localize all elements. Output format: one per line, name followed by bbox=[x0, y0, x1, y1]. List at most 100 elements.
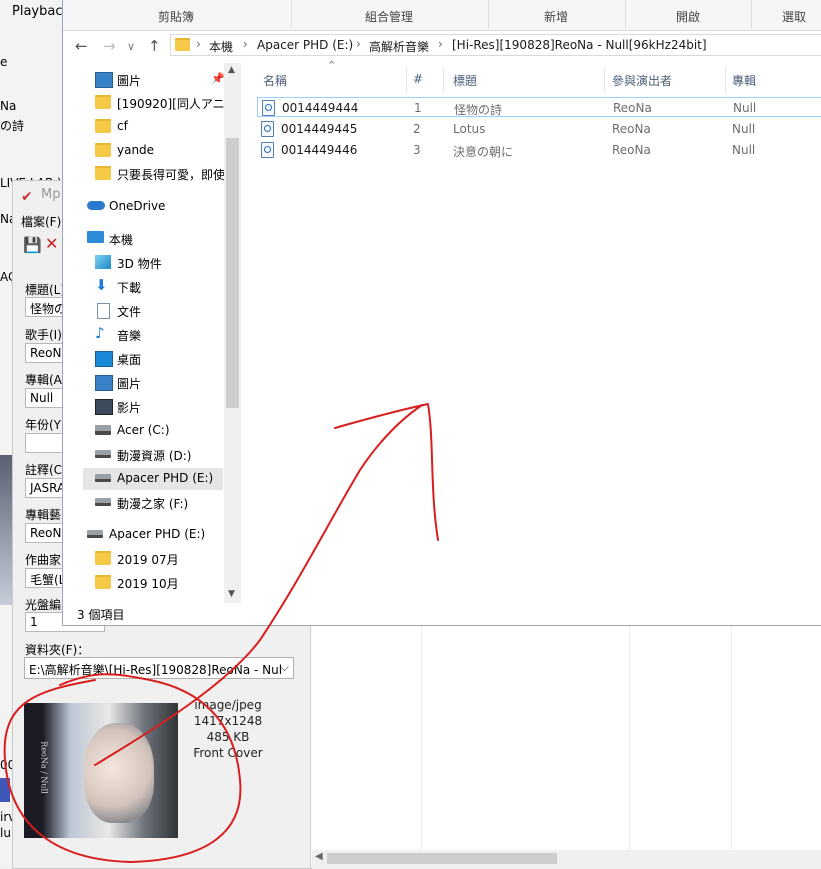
scroll-down-icon[interactable]: ▼ bbox=[228, 589, 235, 599]
scroll-up-icon[interactable]: ▲ bbox=[228, 65, 235, 75]
background-file-list bbox=[310, 620, 821, 867]
nav-item-this-pc[interactable]: 本機 bbox=[71, 228, 229, 250]
nav-item-3d-objects[interactable]: 3D 物件 bbox=[83, 252, 241, 274]
nav-item-drive-e-root[interactable]: Apacer PHD (E:) bbox=[71, 524, 229, 546]
column-title[interactable]: 標題 bbox=[453, 72, 477, 89]
nav-item-desktop[interactable]: 桌面 bbox=[83, 348, 241, 370]
recent-chevron-icon[interactable]: ∨ bbox=[127, 40, 135, 53]
breadcrumb-current-folder[interactable]: [Hi-Res][190828]ReoNa - Null[96kHz24bit] bbox=[452, 38, 707, 52]
column-name[interactable]: 名稱 bbox=[263, 72, 287, 89]
file-name: 0014449444 bbox=[282, 101, 359, 115]
cover-text: ReoNa / Null bbox=[39, 741, 49, 794]
folder-icon bbox=[95, 143, 111, 157]
address-bar[interactable]: › 本機 › Apacer PHD (E:) › 高解析音樂 › [Hi-Res… bbox=[170, 34, 821, 56]
menu-file[interactable]: 檔案(F) bbox=[21, 213, 61, 230]
breadcrumb-chevron-icon[interactable]: › bbox=[243, 37, 248, 51]
ribbon-group-open[interactable]: 開啟 bbox=[676, 8, 700, 25]
nav-item-onedrive[interactable]: OneDrive bbox=[71, 196, 229, 218]
cover-mime: image/jpeg bbox=[194, 698, 262, 712]
column-number[interactable]: # bbox=[413, 72, 423, 86]
cover-type: Front Cover bbox=[193, 746, 263, 760]
ribbon-group-organize[interactable]: 組合管理 bbox=[365, 8, 413, 25]
nav-item-videos[interactable]: 影片 bbox=[83, 396, 241, 418]
ribbon-group-new[interactable]: 新增 bbox=[544, 8, 568, 25]
nav-item-folder[interactable]: cf bbox=[83, 116, 241, 138]
file-name: 0014449445 bbox=[281, 122, 358, 136]
pictures-icon bbox=[95, 72, 113, 88]
ribbon-group-clipboard[interactable]: 剪貼簿 bbox=[158, 8, 194, 25]
horizontal-scrollbar[interactable]: ◀ bbox=[312, 850, 821, 867]
column-album[interactable]: 專輯 bbox=[732, 72, 756, 89]
file-row[interactable]: 0014449446 3 決意の朝に ReoNa Null bbox=[257, 140, 821, 160]
back-icon[interactable]: ← bbox=[75, 37, 88, 55]
nav-item-drive-d[interactable]: 動漫資源 (D:) bbox=[83, 444, 241, 466]
navigation-bar: ← → ∨ ↑ › 本機 › Apacer PHD (E:) › 高解析音樂 ›… bbox=[63, 31, 821, 61]
scrollbar-thumb[interactable] bbox=[226, 138, 239, 408]
folder-icon bbox=[95, 551, 111, 565]
audio-file-icon bbox=[261, 142, 274, 158]
cover-info: image/jpeg 1417x1248 485 KB Front Cover bbox=[183, 697, 273, 761]
nav-item-drive-f[interactable]: 動漫之家 (F:) bbox=[83, 492, 241, 514]
folder-icon bbox=[175, 38, 190, 51]
cover-size: 485 KB bbox=[206, 730, 250, 744]
column-contributing-artists[interactable]: 參與演出者 bbox=[612, 72, 672, 89]
breadcrumb-chevron-icon[interactable]: › bbox=[356, 37, 361, 51]
desktop-icon bbox=[95, 351, 113, 367]
download-icon: ⬇ bbox=[95, 276, 108, 294]
cover-art[interactable]: ReoNa / Null bbox=[24, 703, 178, 838]
nav-item-music[interactable]: ♪ 音樂 bbox=[83, 324, 241, 346]
explorer-window: 剪貼簿 組合管理 新增 開啟 選取 ← → ∨ ↑ › 本機 › Apacer … bbox=[62, 0, 821, 626]
drive-icon bbox=[95, 498, 111, 506]
chevron-down-icon[interactable]: ⌵ bbox=[280, 660, 289, 675]
scrollbar-thumb[interactable] bbox=[327, 853, 557, 864]
navigation-pane-scrollbar[interactable]: ▲ ▼ bbox=[224, 63, 241, 603]
player-fragment: lu bbox=[0, 826, 11, 840]
breadcrumb-chevron-icon[interactable]: › bbox=[196, 37, 201, 51]
ribbon-group-select[interactable]: 選取 bbox=[782, 8, 806, 25]
nav-item-folder[interactable]: 2019 10月 bbox=[83, 572, 241, 594]
drive-icon bbox=[95, 450, 111, 458]
videos-icon bbox=[95, 399, 113, 415]
item-count: 3 個項目 bbox=[77, 608, 125, 622]
label-folder: 資料夾(F)： bbox=[25, 643, 90, 657]
pin-icon[interactable]: 📌 bbox=[211, 72, 225, 85]
folder-combo[interactable]: E:\高解析音樂\[Hi-Res][190828]ReoNa - Nul ⌵ bbox=[24, 657, 294, 679]
nav-item-pictures[interactable]: 圖片 bbox=[83, 372, 241, 394]
nav-item-folder[interactable]: yande bbox=[83, 140, 241, 162]
file-row[interactable]: 0014449444 1 怪物の詩 ReoNa Null bbox=[257, 97, 821, 117]
file-artist: ReoNa bbox=[612, 122, 651, 136]
folder-icon bbox=[95, 119, 111, 133]
file-artist: ReoNa bbox=[613, 101, 652, 115]
save-icon[interactable]: 💾 bbox=[23, 236, 42, 254]
nav-item-drive-e[interactable]: Apacer PHD (E:) bbox=[83, 468, 223, 490]
file-row[interactable]: 0014449445 2 Lotus ReoNa Null bbox=[257, 119, 821, 139]
scroll-left-icon[interactable]: ◀ bbox=[315, 851, 323, 862]
delete-icon[interactable]: ✕ bbox=[45, 234, 58, 253]
mp3tag-logo-icon: ✔ bbox=[21, 189, 33, 205]
nav-item-drive-c[interactable]: Acer (C:) bbox=[83, 420, 241, 442]
nav-item-downloads[interactable]: ⬇ 下載 bbox=[83, 276, 241, 298]
documents-icon bbox=[97, 303, 110, 319]
breadcrumb-drive[interactable]: Apacer PHD (E:) bbox=[257, 38, 353, 52]
nav-item-folder[interactable]: 2019 07月 bbox=[83, 548, 241, 570]
file-artist: ReoNa bbox=[612, 143, 651, 157]
breadcrumb-music-folder[interactable]: 高解析音樂 bbox=[369, 38, 429, 55]
nav-item-pictures-quick[interactable]: 圖片 📌 bbox=[83, 69, 241, 91]
ribbon: 剪貼簿 組合管理 新增 開啟 選取 bbox=[63, 0, 821, 31]
cover-dimensions: 1417x1248 bbox=[193, 714, 263, 728]
player-thumbnail bbox=[0, 778, 10, 802]
up-icon[interactable]: ↑ bbox=[148, 37, 161, 55]
label-artist: 歌手(I) bbox=[25, 328, 62, 342]
forward-icon[interactable]: → bbox=[103, 37, 116, 55]
label-disc: 光盤編 bbox=[25, 598, 62, 612]
file-title: 決意の朝に bbox=[453, 145, 514, 159]
nav-item-documents[interactable]: 文件 bbox=[83, 300, 241, 322]
label-composer: 作曲家 bbox=[25, 553, 62, 567]
player-line: の詩 bbox=[0, 119, 25, 133]
file-album: Null bbox=[732, 143, 756, 157]
nav-item-folder[interactable]: 只要長得可愛，即使 bbox=[83, 163, 241, 185]
breadcrumb-this-pc[interactable]: 本機 bbox=[209, 38, 233, 55]
breadcrumb-chevron-icon[interactable]: › bbox=[438, 37, 443, 51]
3d-objects-icon bbox=[95, 255, 111, 269]
nav-item-folder[interactable]: [190920][同人アニメ bbox=[83, 92, 241, 114]
